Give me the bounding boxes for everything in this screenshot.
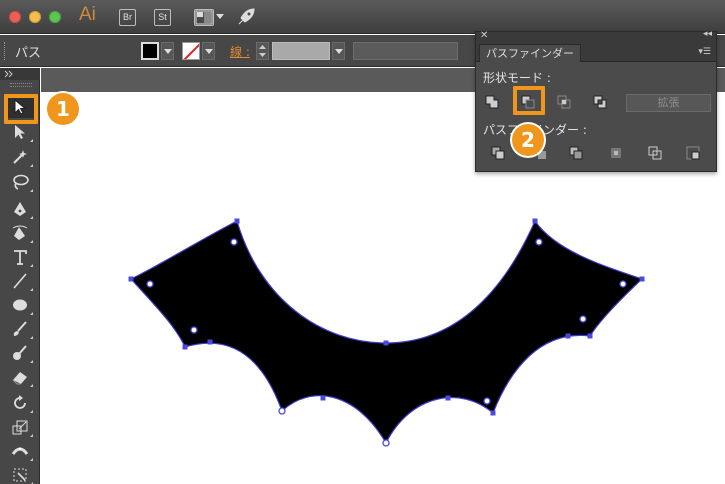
outline-icon[interactable] [644,143,666,163]
illustrator-window: Ai Br St パス 線 : ✕ ◂◂ パスファインダー ▾☰ 形状モード:… [0,0,725,484]
intersect-icon[interactable] [553,92,575,112]
minus-front-highlight [513,86,545,115]
callout-badge-2: 2 [512,124,544,156]
unite-icon[interactable] [481,92,503,112]
shape-modes-label: 形状モード : [483,71,551,85]
tab-pathfinder[interactable]: パスファインダー [479,44,581,62]
exclude-icon[interactable] [589,92,611,112]
selection-tool-highlight [4,94,38,124]
expand-button[interactable]: 拡張 [626,94,711,112]
pathfinder-panel: ✕ ◂◂ パスファインダー ▾☰ 形状モード : 拡張 パスファインダー : [475,29,717,172]
callout-badge-1: 1 [47,93,79,125]
collapse-panel-icon[interactable]: ◂◂ [703,29,712,39]
pathfinder-tab-row: パスファインダー ▾☰ [476,44,716,62]
bat-shape[interactable] [130,219,644,445]
panel-menu-icon[interactable]: ▾☰ [698,47,711,57]
divide-icon[interactable] [487,143,509,163]
minus-back-icon[interactable] [682,143,704,163]
pathfinder-panel-header[interactable]: ✕ ◂◂ [476,29,716,44]
crop-icon[interactable] [605,143,627,163]
merge-icon[interactable] [565,143,587,163]
close-panel-icon[interactable]: ✕ [480,30,488,41]
